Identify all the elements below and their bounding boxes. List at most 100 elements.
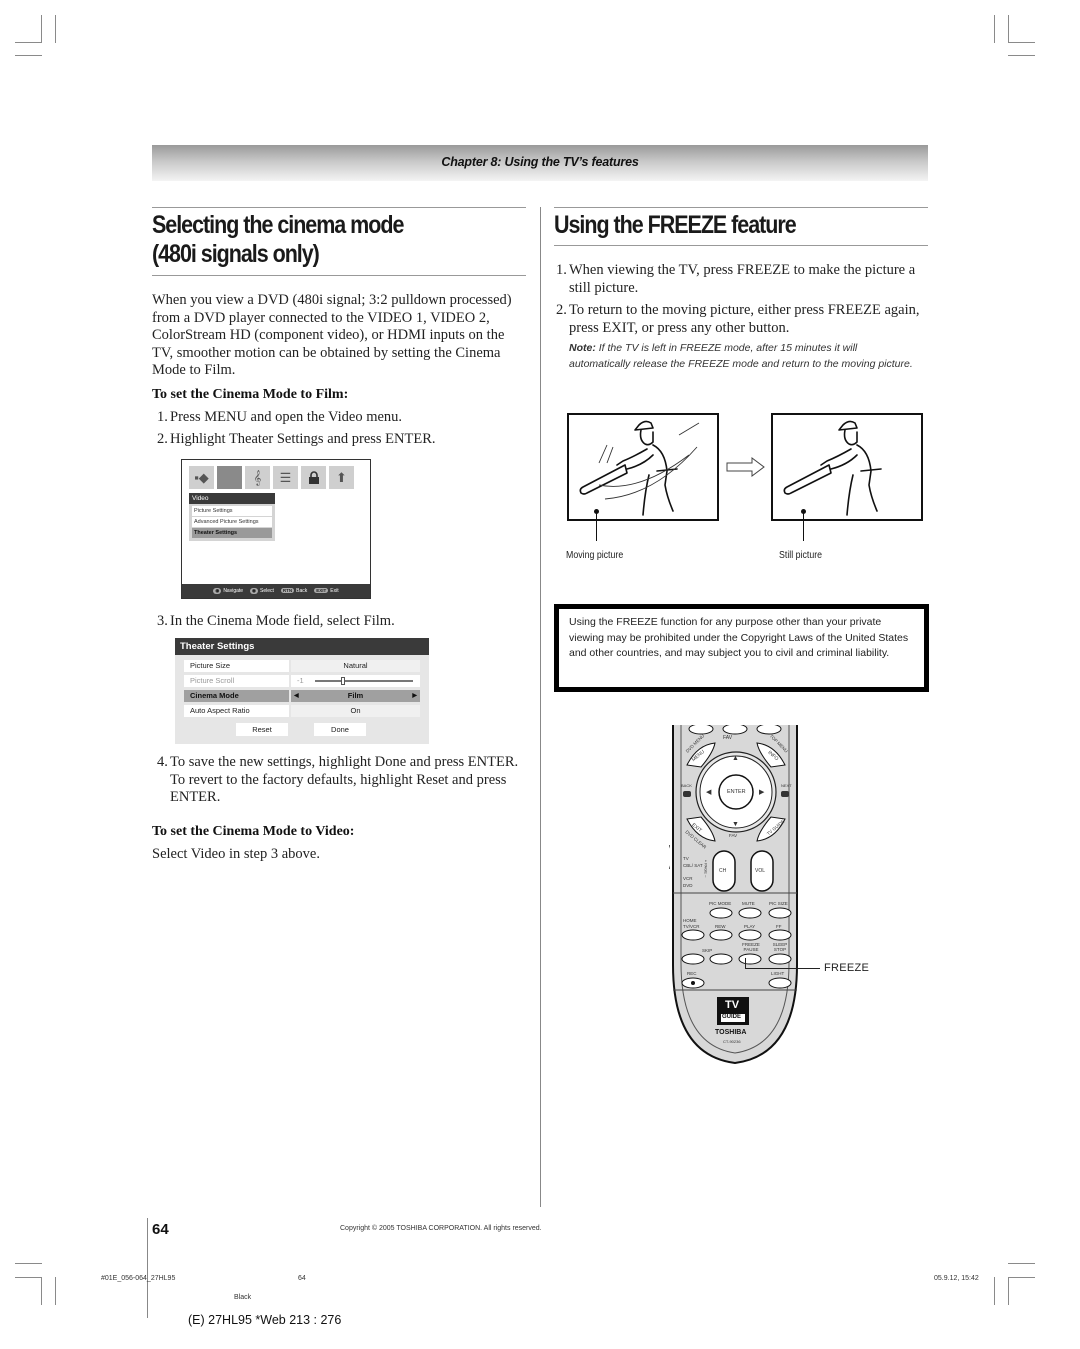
crop-mark	[41, 15, 42, 43]
play-button[interactable]: PLAY	[744, 924, 755, 929]
step-item: 2. Highlight Theater Settings and press …	[157, 431, 522, 449]
setting-value: Natural	[291, 660, 420, 672]
picture-icon	[217, 466, 242, 489]
navigate-key-icon: ◉	[213, 588, 222, 594]
mode-cbl-sat-label: CBL/ SAT	[683, 863, 703, 868]
copyright-notice: Copyright © 2005 TOSHIBA CORPORATION. Al…	[340, 1225, 542, 1232]
enter-button[interactable]: ENTER	[727, 789, 746, 795]
skip-label: SKIP	[702, 948, 713, 953]
slider-thumb[interactable]	[341, 677, 345, 685]
video-subheading: To set the Cinema Mode to Video:	[152, 824, 355, 839]
page-label: + PAGE –	[703, 859, 709, 878]
step-text: Highlight Theater Settings and press ENT…	[170, 431, 436, 447]
freeze-callout-label: FREEZE	[824, 962, 870, 974]
heading-line: (480i signals only)	[152, 240, 320, 268]
mode-vcr-label: VCR	[683, 876, 693, 881]
rec-button[interactable]: REC	[687, 971, 697, 976]
heading-line: Selecting the cinema mode	[152, 211, 404, 239]
left-arrow-button[interactable]: ◀	[706, 788, 711, 796]
print-timestamp: 05.9.12, 15:42	[934, 1275, 979, 1282]
crop-mark	[994, 15, 995, 43]
setting-row-picture-scroll[interactable]: Picture Scroll -1	[184, 675, 420, 687]
step-number: 4.	[157, 754, 168, 770]
ch-button[interactable]: CH	[719, 868, 726, 874]
chapter-title: Chapter 8: Using the TV’s features	[441, 155, 639, 169]
step-number: 1.	[556, 262, 567, 278]
setting-value: On	[291, 705, 420, 717]
heading-rule-bottom	[152, 275, 526, 276]
next-label: NEXT	[781, 783, 792, 788]
slider-track	[315, 680, 413, 682]
model-number: CT-90236	[723, 1039, 741, 1044]
setting-value: -1	[297, 676, 304, 685]
mute-button[interactable]: MUTE	[742, 901, 755, 906]
right-arrow-button[interactable]: ▶	[759, 788, 764, 796]
callout-line	[803, 512, 804, 541]
back-label: BACK	[681, 783, 692, 788]
crop-mark	[994, 1277, 995, 1305]
tv-guide-logo-top: TV	[725, 999, 740, 1011]
step-number: 2.	[157, 431, 168, 447]
crop-mark	[15, 42, 42, 43]
arrow-right-icon	[726, 457, 766, 482]
step-text: In the Cinema Mode field, select Film.	[170, 613, 395, 629]
arrow-left-icon[interactable]: ◀	[294, 690, 299, 702]
pic-mode-button[interactable]: PIC MODE	[709, 901, 731, 906]
fav-up-label: FAV	[723, 735, 733, 741]
arrow-right-icon[interactable]: ▶	[412, 690, 417, 702]
step-item: 2. To return to the moving picture, eith…	[556, 302, 928, 337]
pic-size-button[interactable]: PIC SIZE	[769, 901, 788, 906]
setting-row-auto-aspect-ratio[interactable]: Auto Aspect Ratio On	[184, 705, 420, 717]
color-plate-label: Black	[234, 1294, 252, 1301]
menu-item-advanced-picture-settings[interactable]: Advanced Picture Settings	[192, 517, 272, 527]
mode-dvd-label: DVD	[683, 883, 693, 888]
crop-mark	[55, 15, 56, 43]
column-divider	[540, 207, 541, 1207]
navigate-hint: ◉ Navigate	[213, 588, 243, 594]
ff-button[interactable]: FF	[776, 924, 782, 929]
freeze-pause-button[interactable]: FREEZE PAUSE	[739, 942, 763, 952]
done-button[interactable]: Done	[314, 723, 366, 736]
menu-item-theater-settings[interactable]: Theater Settings	[192, 528, 272, 538]
step-number: 1.	[157, 409, 168, 425]
cinema-mode-selector[interactable]: ◀ Film ▶	[291, 690, 420, 702]
setting-label: Auto Aspect Ratio	[184, 705, 289, 717]
tv-vcr-button[interactable]: TV/VCR	[683, 924, 700, 929]
setting-row-picture-size[interactable]: Picture Size Natural	[184, 660, 420, 672]
slug-page-number: 64	[298, 1275, 306, 1282]
freeze-callout-line	[745, 968, 820, 969]
still-picture-frame	[771, 413, 923, 521]
preferences-icon: ☰	[273, 466, 298, 489]
heading-rule-top	[152, 207, 526, 208]
vol-button[interactable]: VOL	[755, 868, 765, 874]
freeze-callout-line	[745, 958, 746, 968]
video-menu-title: Video	[189, 493, 275, 504]
video-input-icon: ▪◆	[189, 466, 214, 489]
audio-icon: 𝄞	[245, 466, 270, 489]
up-arrow-button[interactable]: ▲	[732, 755, 739, 762]
step-text: When viewing the TV, press FREEZE to mak…	[569, 262, 916, 296]
video-menu-screenshot: ▪◆ 𝄞 ☰ ⬆ Video Picture Settings Advanced…	[181, 459, 371, 599]
right-heading: Using the FREEZE feature	[554, 211, 797, 239]
note-text: If the TV is left in FREEZE mode, after …	[569, 342, 913, 370]
web-reference: (E) 27HL95 *Web 213 : 276	[188, 1313, 342, 1327]
crop-mark	[15, 1277, 42, 1278]
osd-footer-bar: ◉ Navigate ◉ Select RTN Back EXIT Exit	[182, 584, 370, 598]
step-item: 1. Press MENU and open the Video menu.	[157, 409, 522, 427]
down-arrow-button[interactable]: ▼	[732, 821, 739, 828]
crop-mark	[1008, 1277, 1009, 1305]
settings-rows: Picture Size Natural Picture Scroll -1 C…	[175, 655, 429, 717]
light-button[interactable]: LIGHT	[771, 971, 784, 976]
reset-button[interactable]: Reset	[236, 723, 288, 736]
sleep-stop-button[interactable]: SLEEP STOP	[770, 942, 790, 952]
setting-row-cinema-mode[interactable]: Cinema Mode ◀ Film ▶	[184, 690, 420, 702]
menu-item-picture-settings[interactable]: Picture Settings	[192, 506, 272, 516]
brand-logo: TOSHIBA	[715, 1029, 747, 1036]
setting-value: Film	[347, 691, 364, 700]
setting-label: Picture Scroll	[184, 675, 289, 687]
rew-button[interactable]: REW	[715, 924, 726, 929]
picture-scroll-slider[interactable]: -1	[291, 675, 420, 687]
theater-settings-title: Theater Settings	[175, 638, 429, 655]
home-label: HOME	[683, 918, 697, 923]
batter-still-illustration	[783, 420, 882, 516]
